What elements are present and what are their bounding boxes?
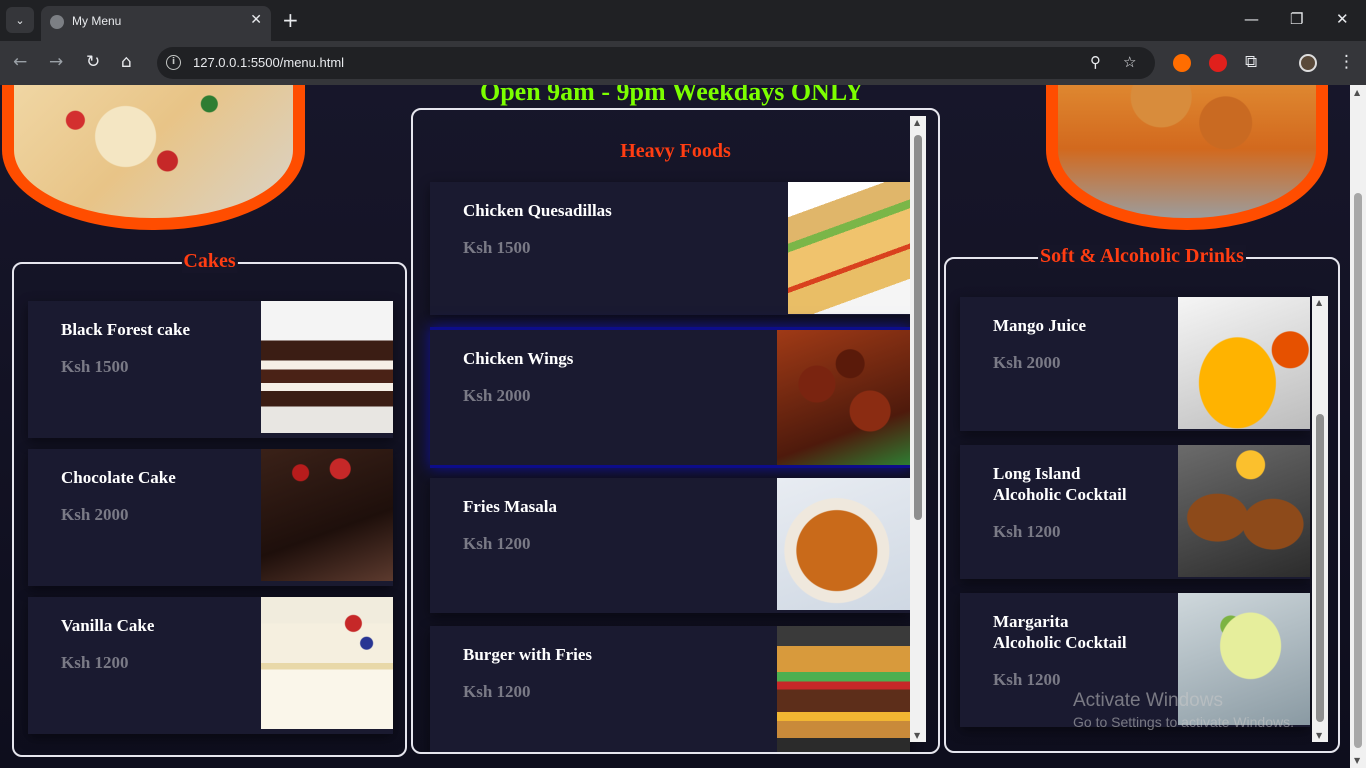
chocolate-cake-image bbox=[261, 449, 393, 581]
item-price: Ksh 1200 bbox=[61, 653, 129, 672]
restore-icon[interactable]: ❐ bbox=[1290, 10, 1303, 28]
drinks-scrollbar[interactable]: ▲ ▼ bbox=[1312, 296, 1328, 742]
menu-item-card[interactable]: Vanilla Cake Ksh 1200 bbox=[28, 597, 393, 734]
cakes-panel: Cakes Black Forest cake Ksh 1500 Chocola… bbox=[12, 250, 407, 757]
close-window-icon[interactable]: ✕ bbox=[1336, 10, 1349, 28]
item-price: Ksh 1500 bbox=[463, 238, 531, 257]
close-tab-icon[interactable]: ✕ bbox=[250, 12, 262, 28]
opening-hours-heading: Open 9am - 9pm Weekdays ONLY bbox=[480, 85, 864, 106]
extension-orange-icon[interactable] bbox=[1173, 54, 1191, 72]
extensions-puzzle-icon[interactable]: ⧉ bbox=[1245, 52, 1257, 72]
item-name: Burger with Fries bbox=[463, 645, 593, 664]
item-name: Vanilla Cake bbox=[61, 616, 155, 635]
profile-avatar[interactable] bbox=[1299, 54, 1317, 72]
page-scrollbar[interactable]: ▲ ▼ bbox=[1350, 85, 1366, 768]
menu-item-card[interactable]: Fries Masala Ksh 1200 bbox=[430, 478, 910, 613]
extension-red-icon[interactable] bbox=[1209, 54, 1227, 72]
cakes-title: Cakes bbox=[181, 250, 238, 273]
black-forest-cake-image bbox=[261, 301, 393, 433]
burger-with-fries-image bbox=[777, 626, 910, 752]
fries-masala-image bbox=[777, 478, 910, 610]
menu-dots-icon[interactable]: ⋮ bbox=[1338, 52, 1355, 72]
chevron-down-icon: ⌄ bbox=[15, 13, 25, 27]
browser-tab[interactable]: My Menu ✕ bbox=[41, 6, 271, 41]
globe-icon bbox=[50, 15, 64, 29]
item-name: Black Forest cake bbox=[61, 320, 191, 339]
forward-arrow-icon[interactable]: → bbox=[49, 52, 63, 72]
item-name: Long Island Alcoholic Cocktail bbox=[993, 464, 1127, 504]
scroll-up-icon[interactable]: ▲ bbox=[1316, 298, 1322, 307]
scroll-down-icon[interactable]: ▼ bbox=[1316, 731, 1322, 740]
item-name: Mango Juice bbox=[993, 316, 1087, 335]
heavy-foods-scrollbar[interactable]: ▲ ▼ bbox=[910, 116, 926, 742]
address-bar[interactable]: i 127.0.0.1:5500/menu.html ⚲ ☆ bbox=[157, 47, 1155, 79]
scroll-up-icon[interactable]: ▲ bbox=[914, 118, 920, 127]
menu-item-card[interactable]: Burger with Fries Ksh 1200 bbox=[430, 626, 910, 752]
url-text[interactable]: 127.0.0.1:5500/menu.html bbox=[193, 55, 344, 70]
item-price: Ksh 2000 bbox=[61, 505, 129, 524]
tab-search-button[interactable]: ⌄ bbox=[6, 7, 34, 33]
chicken-wings-image bbox=[777, 330, 910, 465]
scrollbar-thumb[interactable] bbox=[1316, 414, 1324, 722]
long-island-cocktail-image bbox=[1178, 445, 1310, 577]
home-icon[interactable]: ⌂ bbox=[121, 52, 132, 72]
item-name: Chicken Wings bbox=[463, 349, 574, 368]
activate-windows-watermark: Activate Windows Go to Settings to activ… bbox=[1073, 689, 1294, 731]
menu-item-card[interactable]: Chicken Quesadillas Ksh 1500 bbox=[430, 182, 910, 315]
heavy-foods-title: Heavy Foods bbox=[620, 140, 731, 162]
pizza-hero-image bbox=[2, 85, 305, 230]
item-name: Margarita Alcoholic Cocktail bbox=[993, 612, 1127, 652]
page-content: Open 9am - 9pm Weekdays ONLY Cakes Black… bbox=[0, 85, 1350, 768]
drinks-list: Mango Juice Ksh 2000 Long Island Alcohol… bbox=[946, 259, 1338, 749]
menu-item-card[interactable]: Black Forest cake Ksh 1500 bbox=[28, 301, 393, 438]
menu-item-card[interactable]: Long Island Alcoholic Cocktail Ksh 1200 bbox=[960, 445, 1310, 579]
browser-toolbar: ← → ↻ ⌂ i 127.0.0.1:5500/menu.html ⚲ ☆ ⧉… bbox=[0, 41, 1366, 85]
item-name: Chicken Quesadillas bbox=[463, 201, 612, 220]
item-name: Chocolate Cake bbox=[61, 468, 176, 487]
item-price: Ksh 2000 bbox=[993, 353, 1061, 372]
item-name: Fries Masala bbox=[463, 497, 557, 516]
scroll-down-icon[interactable]: ▼ bbox=[1354, 756, 1360, 765]
drinks-panel: Soft & Alcoholic Drinks Mango Juice Ksh … bbox=[944, 245, 1340, 753]
item-price: Ksh 2000 bbox=[463, 386, 531, 405]
watermark-line2: Go to Settings to activate Windows. bbox=[1073, 714, 1294, 730]
scroll-down-icon[interactable]: ▼ bbox=[914, 731, 920, 740]
menu-item-card[interactable]: Chicken Wings Ksh 2000 bbox=[430, 327, 910, 468]
jollof-hero-image bbox=[1046, 85, 1328, 230]
menu-item-card[interactable]: Mango Juice Ksh 2000 bbox=[960, 297, 1310, 431]
item-price: Ksh 1500 bbox=[61, 357, 129, 376]
back-arrow-icon[interactable]: ← bbox=[13, 52, 27, 72]
watermark-line1: Activate Windows bbox=[1073, 690, 1223, 711]
tab-title: My Menu bbox=[72, 14, 122, 28]
new-tab-button[interactable]: + bbox=[282, 8, 299, 32]
vanilla-cake-image bbox=[261, 597, 393, 729]
bookmark-star-icon[interactable]: ☆ bbox=[1123, 53, 1136, 71]
reload-icon[interactable]: ↻ bbox=[86, 52, 100, 72]
minimize-icon[interactable]: — bbox=[1244, 10, 1259, 28]
item-price: Ksh 1200 bbox=[463, 682, 531, 701]
item-price: Ksh 1200 bbox=[993, 522, 1061, 541]
site-info-icon[interactable]: i bbox=[166, 55, 181, 70]
chicken-quesadillas-image bbox=[788, 182, 910, 314]
item-price: Ksh 1200 bbox=[993, 670, 1061, 689]
heavy-foods-panel: Heavy Foods Chicken Quesadillas Ksh 1500… bbox=[411, 108, 940, 754]
zoom-icon[interactable]: ⚲ bbox=[1090, 53, 1101, 71]
item-price: Ksh 1200 bbox=[463, 534, 531, 553]
page-scrollbar-thumb[interactable] bbox=[1354, 193, 1362, 748]
scroll-up-icon[interactable]: ▲ bbox=[1354, 88, 1360, 97]
mango-juice-image bbox=[1178, 297, 1310, 429]
menu-item-card[interactable]: Chocolate Cake Ksh 2000 bbox=[28, 449, 393, 586]
scrollbar-thumb[interactable] bbox=[914, 135, 922, 520]
browser-titlebar: ⌄ My Menu ✕ + — ❐ ✕ bbox=[0, 0, 1366, 41]
